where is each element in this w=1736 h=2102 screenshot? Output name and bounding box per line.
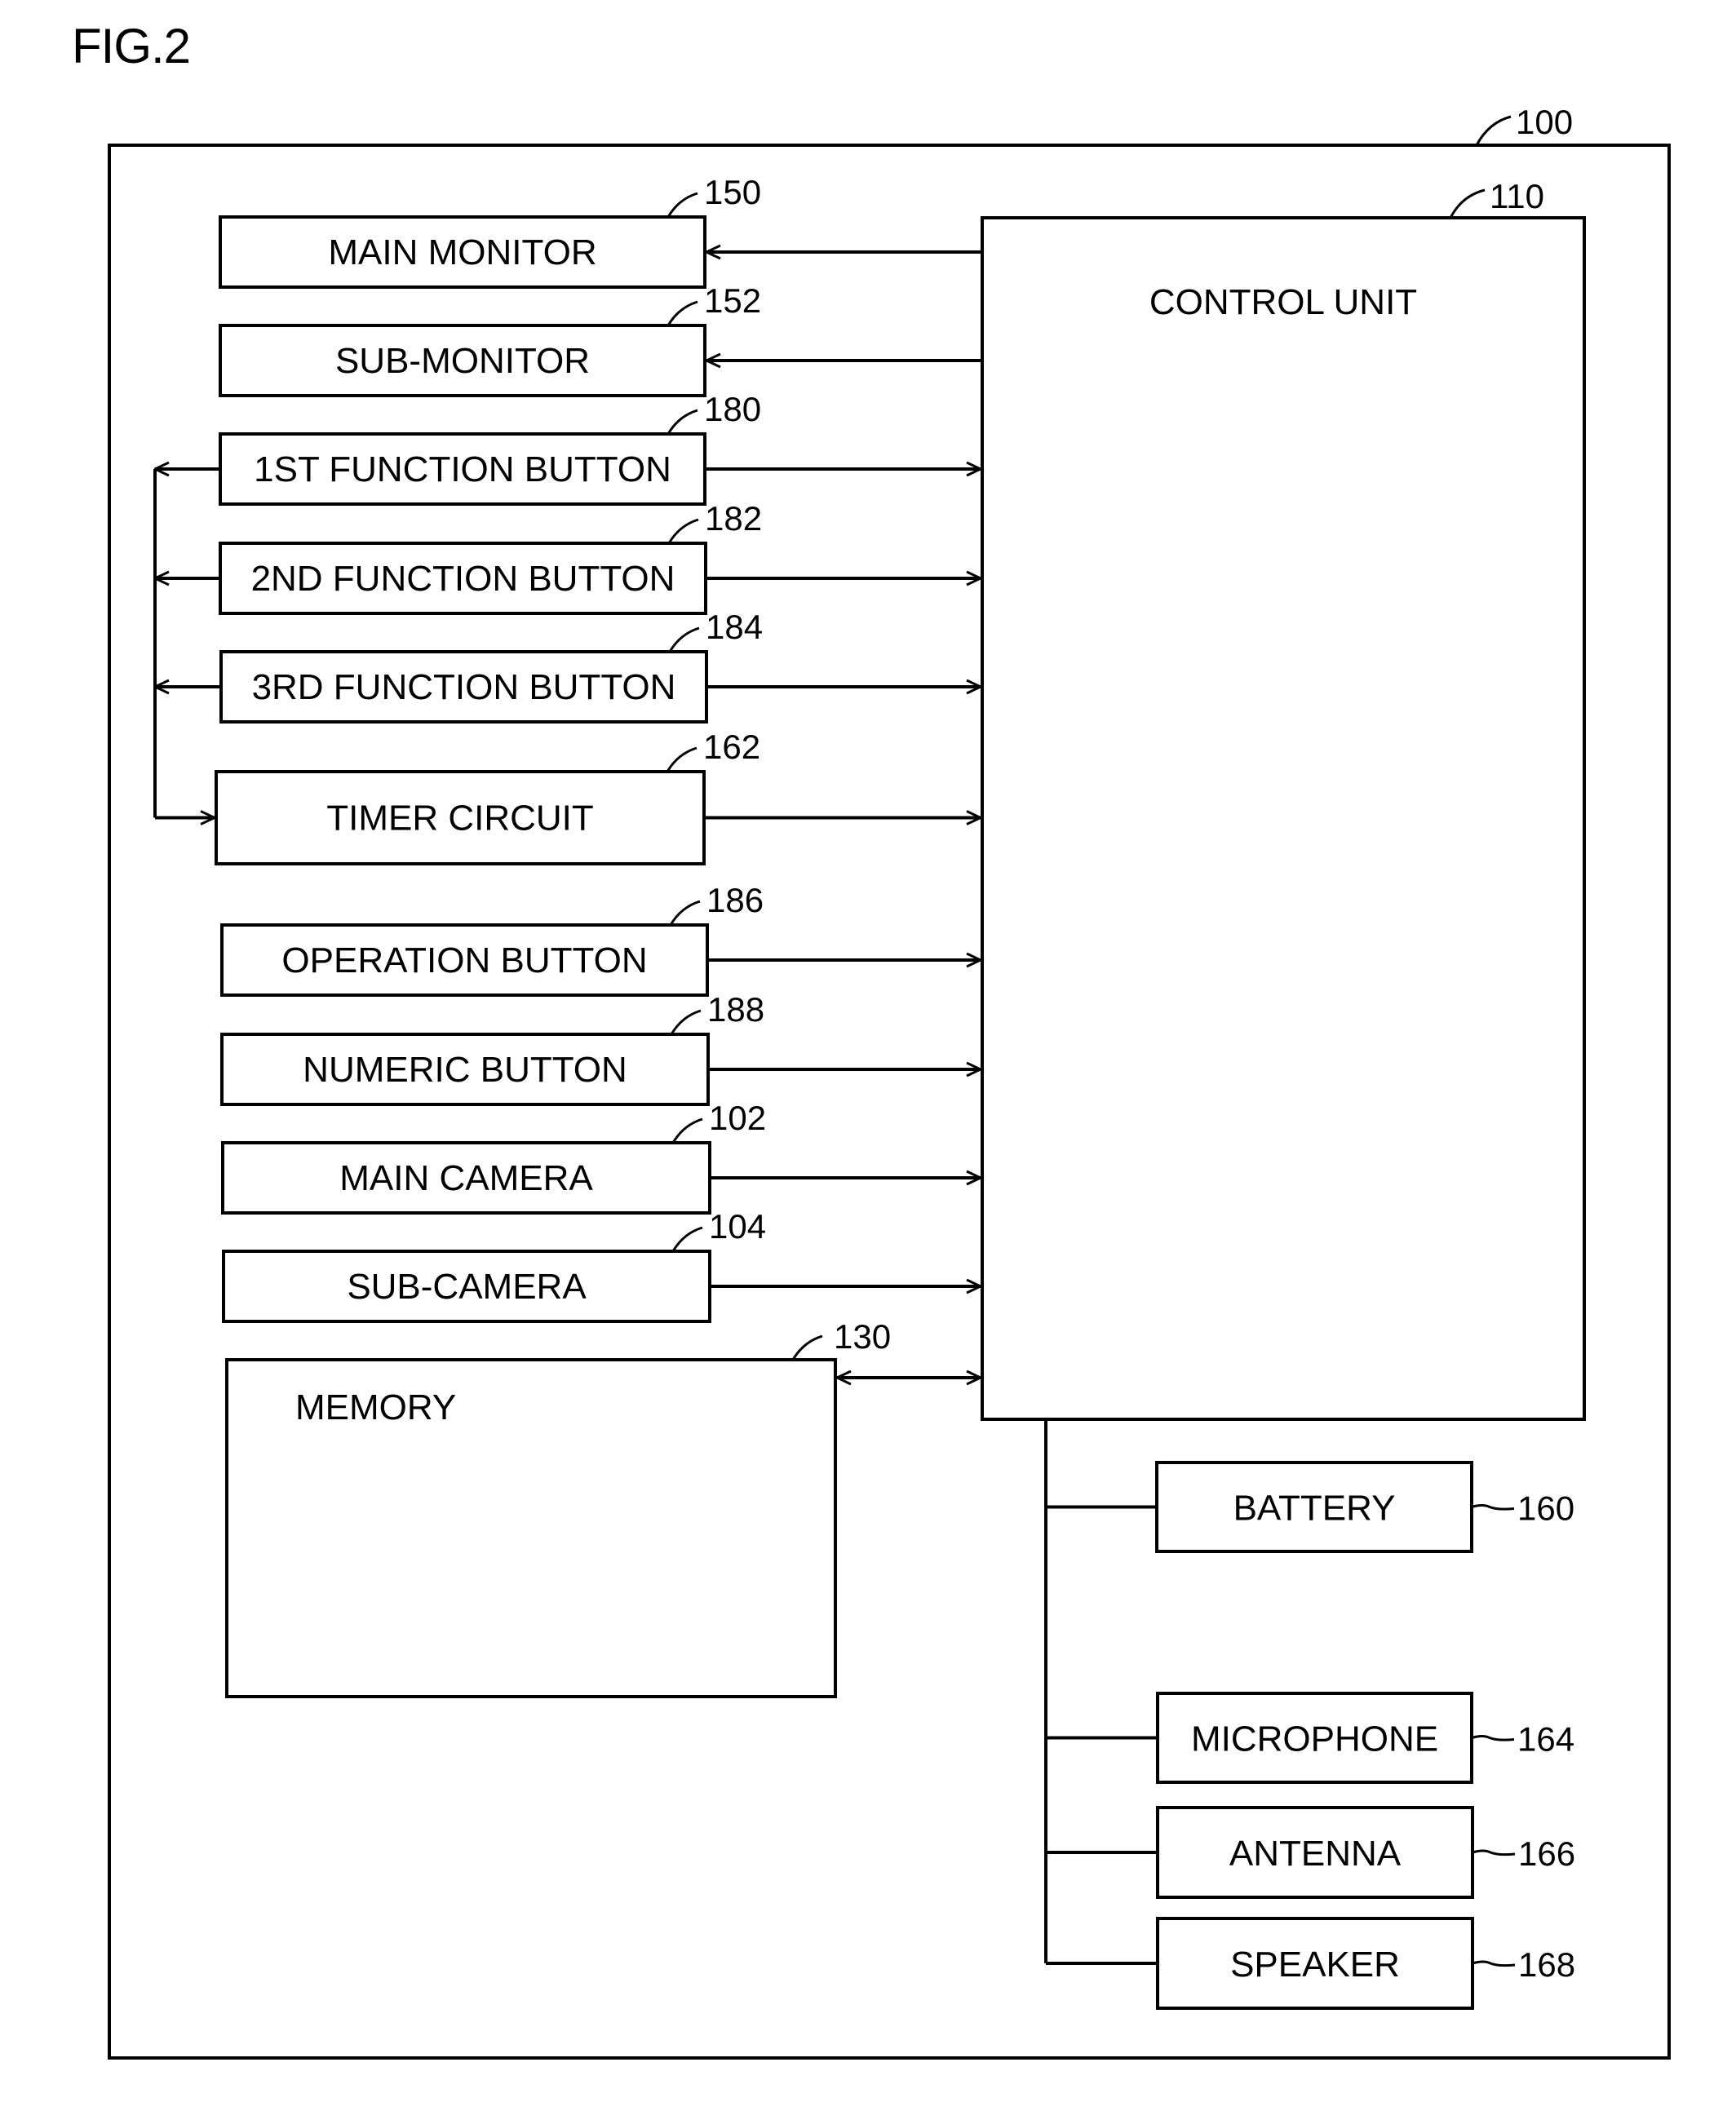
main-camera-ref-leader: [671, 1117, 703, 1144]
antenna-block[interactable]: ANTENNA: [1156, 1806, 1474, 1899]
main-camera-ref: 102: [709, 1099, 766, 1137]
operation-button-label: OPERATION BUTTON: [281, 940, 647, 980]
sub-monitor-ref: 152: [704, 281, 761, 320]
memory-label: MEMORY: [295, 1387, 456, 1427]
speaker-label: SPEAKER: [1230, 1945, 1400, 1985]
microphone-ref-leader: [1471, 1735, 1515, 1741]
control-unit-ref: 110: [1490, 177, 1544, 215]
microphone-ref: 164: [1517, 1720, 1574, 1759]
second-function-button-ref: 182: [705, 499, 762, 538]
control-unit-label: CONTROL UNIT: [1149, 282, 1417, 322]
second-function-button-label: 2ND FUNCTION BUTTON: [251, 559, 675, 599]
device-ref-leader: [1475, 115, 1512, 146]
first-function-button-block[interactable]: 1ST FUNCTION BUTTON: [219, 432, 706, 506]
third-function-button-block[interactable]: 3RD FUNCTION BUTTON: [219, 650, 708, 724]
microphone-block[interactable]: MICROPHONE: [1156, 1692, 1473, 1784]
main-camera-block[interactable]: MAIN CAMERA: [221, 1141, 711, 1215]
microphone-label: MICROPHONE: [1191, 1719, 1438, 1759]
operation-button-ref-leader: [669, 900, 701, 926]
control-unit-ref-leader: [1449, 188, 1486, 219]
second-function-button-block[interactable]: 2ND FUNCTION BUTTON: [219, 542, 707, 615]
sub-monitor-ref-leader: [666, 300, 698, 326]
timer-circuit-ref: 162: [703, 728, 760, 766]
third-function-button-ref-leader: [668, 626, 700, 653]
numeric-button-block[interactable]: NUMERIC BUTTON: [220, 1033, 710, 1106]
battery-block[interactable]: BATTERY: [1155, 1461, 1473, 1553]
sub-camera-label: SUB-CAMERA: [347, 1267, 587, 1307]
main-monitor-ref: 150: [704, 173, 761, 211]
operation-button-block[interactable]: OPERATION BUTTON: [220, 923, 709, 997]
antenna-ref-leader: [1472, 1849, 1516, 1856]
main-monitor-ref-leader: [666, 192, 698, 218]
antenna-label: ANTENNA: [1229, 1834, 1402, 1874]
timer-circuit-label: TIMER CIRCUIT: [326, 799, 594, 839]
numeric-button-ref-leader: [670, 1009, 702, 1035]
device-ref: 100: [1516, 103, 1573, 141]
sub-camera-block[interactable]: SUB-CAMERA: [222, 1250, 711, 1323]
battery-ref: 160: [1517, 1489, 1574, 1528]
memory-ref: 130: [834, 1317, 891, 1356]
speaker-block[interactable]: SPEAKER: [1156, 1917, 1474, 2010]
timer-circuit-ref-leader: [666, 746, 698, 772]
battery-label: BATTERY: [1233, 1489, 1396, 1529]
sub-camera-ref-leader: [671, 1226, 703, 1252]
control-unit-block[interactable]: CONTROL UNIT: [981, 216, 1586, 1421]
bus-blocks: BATTERY 160 MICROPHONE 164 ANTENNA 166 SPEAKER…: [1044, 1419, 1575, 2010]
sub-monitor-block[interactable]: SUB-MONITOR: [219, 324, 706, 397]
timer-circuit-block[interactable]: TIMER CIRCUIT: [215, 770, 706, 865]
speaker-ref-leader: [1472, 1960, 1516, 1967]
main-monitor-label: MAIN MONITOR: [328, 232, 596, 272]
memory-block[interactable]: MEMORY: [225, 1358, 837, 1698]
sub-monitor-label: SUB-MONITOR: [335, 341, 590, 381]
speaker-ref: 168: [1518, 1945, 1575, 1984]
sub-camera-ref: 104: [709, 1207, 766, 1246]
function-to-timer-bus: [153, 469, 219, 818]
left-blocks: MAIN MONITOR 150 SUB-MONITOR 152 1ST FUNCTIO…: [215, 173, 981, 1323]
operation-button-ref: 186: [706, 881, 764, 919]
battery-ref-leader: [1471, 1504, 1515, 1511]
third-function-button-ref: 184: [706, 608, 763, 646]
control-unit-box: [981, 216, 1586, 1421]
antenna-ref: 166: [1518, 1834, 1575, 1873]
first-function-button-ref: 180: [704, 390, 761, 428]
first-function-button-label: 1ST FUNCTION BUTTON: [254, 449, 671, 489]
numeric-button-ref: 188: [707, 990, 764, 1029]
numeric-button-label: NUMERIC BUTTON: [303, 1050, 627, 1090]
block-diagram: 100 CONTROL UNIT 110 MAIN MONITOR 150 SUB-…: [108, 103, 1671, 2060]
main-camera-label: MAIN CAMERA: [339, 1158, 593, 1198]
third-function-button-label: 3RD FUNCTION BUTTON: [252, 667, 676, 707]
memory-ref-leader: [791, 1334, 823, 1361]
main-monitor-block[interactable]: MAIN MONITOR: [219, 215, 706, 289]
first-function-button-ref-leader: [666, 409, 698, 435]
second-function-button-ref-leader: [667, 518, 699, 544]
